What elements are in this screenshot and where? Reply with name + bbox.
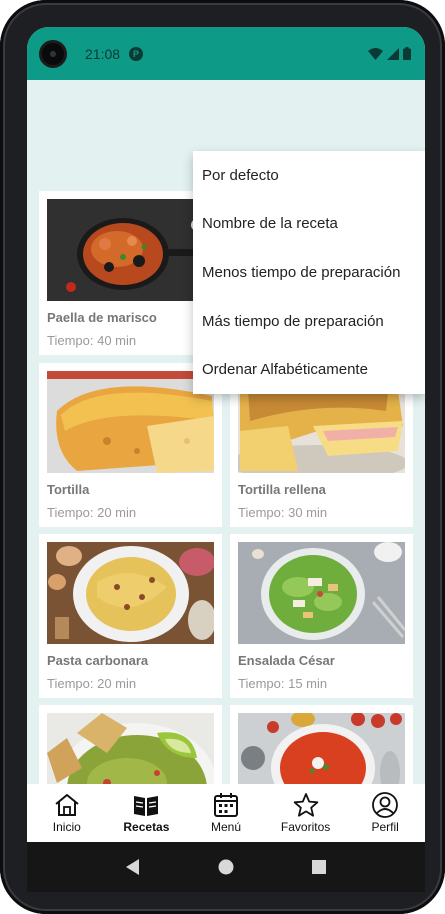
nav-item-favoritos[interactable]: Favoritos: [271, 791, 341, 834]
status-bar: 21:08 P: [27, 27, 425, 80]
nav-label: Menú: [210, 820, 241, 834]
nav-item-perfil[interactable]: Perfil: [350, 791, 420, 834]
recipe-name: Tortilla: [47, 482, 90, 497]
ensalada-cesar-image: [238, 542, 405, 644]
status-time: 21:08: [85, 45, 121, 62]
nav-item-recetas[interactable]: Recetas: [111, 791, 181, 834]
status-icons: [368, 47, 411, 60]
recents-icon[interactable]: [312, 860, 326, 874]
recipe-name: Paella de marisco: [47, 310, 157, 325]
nav-label: Favoritos: [280, 820, 331, 834]
profile-icon: [372, 792, 399, 818]
recipe-card[interactable]: Pasta carbonara Tiempo: 20 min: [39, 534, 222, 698]
sort-default-option[interactable]: Por defecto: [193, 151, 425, 200]
bottom-navigation: Inicio Recetas Menú Favoritos Perfil: [27, 784, 425, 842]
calendar-icon: [213, 793, 238, 817]
recipe-time: Tiempo: 15 min: [238, 676, 328, 691]
back-icon[interactable]: [126, 859, 140, 875]
recipes-content: Paella de marisco Tiempo: 40 min Tortill…: [27, 80, 425, 784]
app-screen: 21:08 P Paella de marisco Tiempo: 40 min…: [27, 27, 425, 842]
battery-icon: [403, 47, 411, 60]
recipe-card[interactable]: [230, 705, 413, 784]
guacamole-image: [47, 713, 214, 784]
tortilla-image: [47, 371, 214, 473]
nav-label: Inicio: [52, 820, 81, 834]
sort-less-time-option[interactable]: Menos tiempo de preparación: [193, 248, 425, 297]
front-camera: [39, 39, 67, 68]
sort-alphabetical-option[interactable]: Ordenar Alfabéticamente: [193, 345, 425, 394]
system-navigation-bar: [27, 842, 425, 892]
nav-label: Recetas: [123, 820, 170, 834]
cell-signal-icon: [387, 47, 399, 60]
sort-name-option[interactable]: Nombre de la receta: [193, 200, 425, 249]
book-icon: [134, 796, 159, 816]
recipe-name: Tortilla rellena: [238, 482, 326, 497]
pasta-carbonara-image: [47, 542, 214, 644]
nav-item-menu[interactable]: Menú: [191, 791, 261, 834]
recipe-time: Tiempo: 20 min: [47, 505, 137, 520]
recipe-card[interactable]: [39, 705, 222, 784]
sort-menu: Por defecto Nombre de la receta Menos ti…: [193, 151, 425, 394]
star-icon: [293, 793, 318, 817]
home-button-icon[interactable]: [218, 859, 234, 875]
wifi-icon: [368, 47, 383, 60]
home-icon: [55, 794, 79, 816]
recipe-name: Ensalada César: [238, 653, 335, 668]
nav-item-inicio[interactable]: Inicio: [32, 791, 102, 834]
gazpacho-image: [238, 713, 405, 784]
recipe-time: Tiempo: 40 min: [47, 333, 137, 348]
sort-more-time-option[interactable]: Más tiempo de preparación: [193, 297, 425, 346]
recipe-name: Pasta carbonara: [47, 653, 149, 668]
nav-label: Perfil: [371, 820, 399, 834]
recipe-time: Tiempo: 20 min: [47, 676, 137, 691]
paella-image: [47, 199, 214, 301]
recipe-time: Tiempo: 30 min: [238, 505, 328, 520]
notification-app-icon: P: [129, 46, 144, 61]
recipe-card[interactable]: Ensalada César Tiempo: 15 min: [230, 534, 413, 698]
